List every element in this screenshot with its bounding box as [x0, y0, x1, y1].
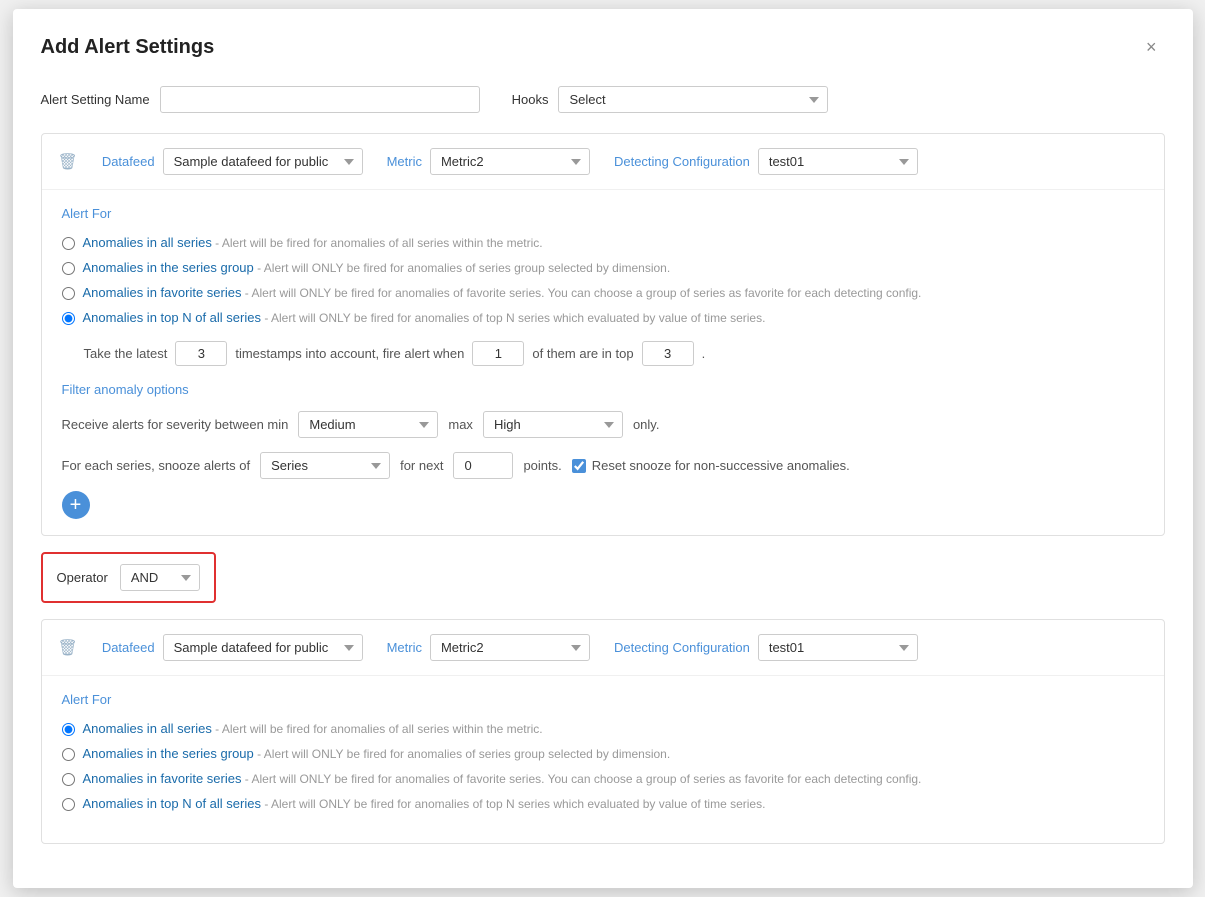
radio-label-1d: Anomalies in top N of all series - Alert…: [83, 310, 766, 325]
radio-label-2d: Anomalies in top N of all series - Alert…: [83, 796, 766, 811]
alert-for-title-2: Alert For: [62, 692, 1144, 707]
detecting-label-2: Detecting Configuration: [614, 640, 750, 655]
alert-for-radio-group-2: Anomalies in all series - Alert will be …: [62, 721, 1144, 811]
hooks-group: Hooks Select: [512, 86, 829, 113]
card-1-body: Alert For Anomalies in all series - Aler…: [42, 190, 1164, 535]
radio-favorite-series-2[interactable]: [62, 773, 75, 786]
trash-icon-2[interactable]: 🗑: [58, 638, 78, 658]
snooze-points-label: points.: [523, 458, 561, 473]
datafeed-label-1: Datafeed: [102, 154, 155, 169]
severity-max-label: max: [448, 417, 473, 432]
radio-row-1b: Anomalies in the series group - Alert wi…: [62, 260, 1144, 275]
filter-title-1: Filter anomaly options: [62, 382, 1144, 397]
period-label: .: [702, 346, 706, 361]
add-icon: +: [70, 494, 82, 517]
modal-header: Add Alert Settings ×: [41, 33, 1165, 62]
timestamps-label: timestamps into account, fire alert when: [235, 346, 464, 361]
metric-group-1: Metric Metric2: [387, 148, 590, 175]
severity-only-label: only.: [633, 417, 660, 432]
modal: Add Alert Settings × Alert Setting Name …: [13, 9, 1193, 888]
severity-max-select[interactable]: Low Medium High Critical: [483, 411, 623, 438]
operator-select[interactable]: AND OR: [120, 564, 200, 591]
radio-top-n-1[interactable]: [62, 312, 75, 325]
radio-row-1a: Anomalies in all series - Alert will be …: [62, 235, 1144, 250]
datafeed-group-2: Datafeed Sample datafeed for public: [102, 634, 363, 661]
detecting-label-1: Detecting Configuration: [614, 154, 750, 169]
severity-min-label: Receive alerts for severity between min: [62, 417, 289, 432]
metric-label-2: Metric: [387, 640, 422, 655]
radio-series-group-1[interactable]: [62, 262, 75, 275]
trash-icon-1[interactable]: 🗑: [58, 152, 78, 172]
radio-label-1a: Anomalies in all series - Alert will be …: [83, 235, 543, 250]
metric-select-1[interactable]: Metric2: [430, 148, 590, 175]
radio-row-2c: Anomalies in favorite series - Alert wil…: [62, 771, 1144, 786]
card-1: 🗑 Datafeed Sample datafeed for public Me…: [41, 133, 1165, 536]
alert-name-label: Alert Setting Name: [41, 92, 150, 107]
top-value-input[interactable]: [642, 341, 694, 366]
top-fields: Alert Setting Name Hooks Select: [41, 86, 1165, 113]
metric-label-1: Metric: [387, 154, 422, 169]
operator-row: Operator AND OR: [41, 552, 216, 603]
radio-all-series-1[interactable]: [62, 237, 75, 250]
radio-label-2b: Anomalies in the series group - Alert wi…: [83, 746, 671, 761]
filter-section-1: Filter anomaly options Receive alerts fo…: [62, 382, 1144, 519]
snooze-series-select[interactable]: Series Metric Datafeed: [260, 452, 390, 479]
card-2-body: Alert For Anomalies in all series - Aler…: [42, 676, 1164, 843]
radio-label-2c: Anomalies in favorite series - Alert wil…: [83, 771, 922, 786]
operator-label: Operator: [57, 570, 108, 585]
radio-label-1b: Anomalies in the series group - Alert wi…: [83, 260, 671, 275]
detecting-group-2: Detecting Configuration test01: [614, 634, 918, 661]
radio-row-1d: Anomalies in top N of all series - Alert…: [62, 310, 1144, 325]
card-1-header: 🗑 Datafeed Sample datafeed for public Me…: [42, 134, 1164, 190]
reset-snooze-label: Reset snooze for non-successive anomalie…: [592, 458, 850, 473]
reset-snooze-checkbox-item: Reset snooze for non-successive anomalie…: [572, 458, 850, 473]
hooks-label: Hooks: [512, 92, 549, 107]
datafeed-label-2: Datafeed: [102, 640, 155, 655]
alert-for-title-1: Alert For: [62, 206, 1144, 221]
of-them-label: of them are in top: [532, 346, 633, 361]
datafeed-select-1[interactable]: Sample datafeed for public: [163, 148, 363, 175]
datafeed-select-2[interactable]: Sample datafeed for public: [163, 634, 363, 661]
radio-row-1c: Anomalies in favorite series - Alert wil…: [62, 285, 1144, 300]
radio-row-2d: Anomalies in top N of all series - Alert…: [62, 796, 1144, 811]
detecting-group-1: Detecting Configuration test01: [614, 148, 918, 175]
take-latest-input[interactable]: [175, 341, 227, 366]
card-2-header: 🗑 Datafeed Sample datafeed for public Me…: [42, 620, 1164, 676]
fire-when-input[interactable]: [472, 341, 524, 366]
severity-row-1: Receive alerts for severity between min …: [62, 411, 1144, 438]
radio-row-2a: Anomalies in all series - Alert will be …: [62, 721, 1144, 736]
radio-series-group-2[interactable]: [62, 748, 75, 761]
alert-name-input[interactable]: [160, 86, 480, 113]
take-latest-label: Take the latest: [84, 346, 168, 361]
modal-title: Add Alert Settings: [41, 36, 215, 59]
top-n-inputs: Take the latest timestamps into account,…: [62, 341, 1144, 366]
metric-select-2[interactable]: Metric2: [430, 634, 590, 661]
radio-label-1c: Anomalies in favorite series - Alert wil…: [83, 285, 922, 300]
datafeed-group-1: Datafeed Sample datafeed for public: [102, 148, 363, 175]
metric-group-2: Metric Metric2: [387, 634, 590, 661]
add-filter-button[interactable]: +: [62, 491, 90, 519]
radio-top-n-2[interactable]: [62, 798, 75, 811]
radio-favorite-series-1[interactable]: [62, 287, 75, 300]
detecting-select-2[interactable]: test01: [758, 634, 918, 661]
alert-name-group: Alert Setting Name: [41, 86, 480, 113]
for-next-label: for next: [400, 458, 443, 473]
alert-for-radio-group-1: Anomalies in all series - Alert will be …: [62, 235, 1144, 325]
close-button[interactable]: ×: [1138, 33, 1165, 62]
radio-row-2b: Anomalies in the series group - Alert wi…: [62, 746, 1144, 761]
snooze-label: For each series, snooze alerts of: [62, 458, 251, 473]
snooze-points-input[interactable]: [453, 452, 513, 479]
snooze-row-1: For each series, snooze alerts of Series…: [62, 452, 1144, 479]
radio-all-series-2[interactable]: [62, 723, 75, 736]
card-2: 🗑 Datafeed Sample datafeed for public Me…: [41, 619, 1165, 844]
reset-snooze-checkbox[interactable]: [572, 459, 586, 473]
detecting-select-1[interactable]: test01: [758, 148, 918, 175]
radio-label-2a: Anomalies in all series - Alert will be …: [83, 721, 543, 736]
hooks-select[interactable]: Select: [558, 86, 828, 113]
severity-min-select[interactable]: Low Medium High Critical: [298, 411, 438, 438]
